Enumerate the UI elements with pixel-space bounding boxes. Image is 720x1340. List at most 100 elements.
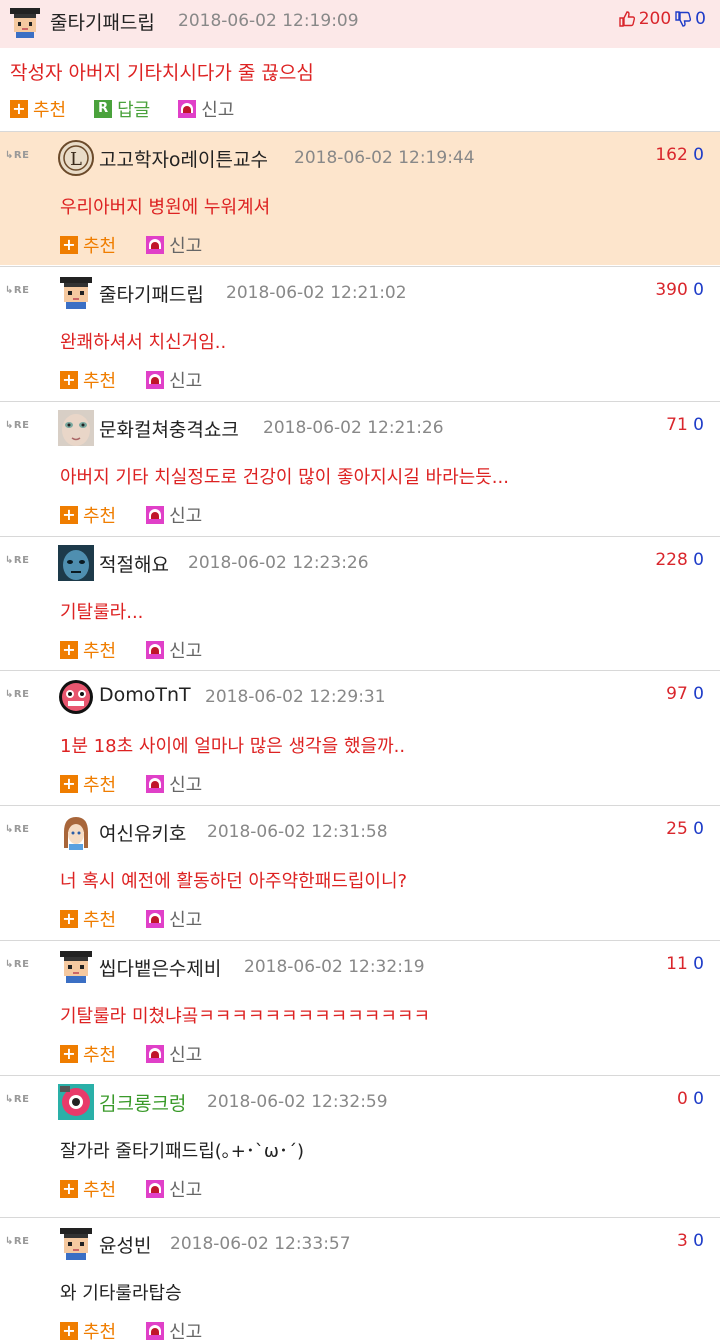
comment-down-count: 0 xyxy=(693,145,704,165)
report-button[interactable]: 신고 xyxy=(146,232,202,258)
report-label: 신고 xyxy=(201,100,235,121)
comment-down-count: 0 xyxy=(693,1231,704,1251)
comment-up-count: 0 xyxy=(676,1089,688,1109)
pixel-boy-avatar[interactable] xyxy=(58,1226,94,1262)
comment-author[interactable]: 고고학자o레이튼교수 xyxy=(99,145,268,172)
thumbs-down-icon[interactable] xyxy=(674,10,692,28)
post-author[interactable]: 줄타기패드립 xyxy=(50,8,155,35)
comment-down-count: 0 xyxy=(693,684,704,704)
comment-item: ↳RE 윤성빈 2018-06-02 12:33:57 3 0 와 기타룰라탑승 + 추천 신… xyxy=(0,1217,720,1340)
report-button[interactable]: 신고 xyxy=(146,771,202,797)
report-button[interactable]: 신고 xyxy=(146,1176,202,1202)
comment-text: 완쾌하셔서 치신거임.. xyxy=(60,332,227,353)
recommend-button[interactable]: + 추천 xyxy=(60,637,116,663)
recommend-label: 추천 xyxy=(83,1045,117,1066)
comment-text: 기탈룰라... xyxy=(60,602,144,623)
comment-author[interactable]: 적절해요 xyxy=(99,550,169,577)
comment-down-count: 0 xyxy=(693,819,704,839)
face-avatar[interactable] xyxy=(58,410,94,446)
reply-icon: R xyxy=(94,100,113,118)
thumbs-up-icon[interactable] xyxy=(618,10,636,28)
comment-text: 우리아버지 병원에 누워계셔 xyxy=(60,197,271,218)
anime-girl-avatar[interactable] xyxy=(58,814,94,850)
comment-votes: 390 0 xyxy=(655,280,704,300)
report-button[interactable]: 신고 xyxy=(146,1318,202,1340)
report-label: 신고 xyxy=(169,775,203,796)
post-title: 작성자 아버지 기타치시다가 줄 끊으심 xyxy=(10,62,314,84)
post-up-count: 200 xyxy=(638,9,672,29)
comment-votes: 97 0 xyxy=(666,684,704,704)
comment-date: 2018-06-02 12:23:26 xyxy=(188,553,369,573)
plus-icon: + xyxy=(60,775,78,793)
pink-blob-avatar[interactable] xyxy=(58,679,94,715)
blue-face-avatar[interactable] xyxy=(58,545,94,581)
comment-date: 2018-06-02 12:21:02 xyxy=(226,283,407,303)
comment-actions: + 추천 신고 xyxy=(60,637,232,663)
recommend-button[interactable]: + 추천 xyxy=(60,232,116,258)
comment-text: 아버지 기타 치실정도로 건강이 많이 좋아지시길 바라는듯... xyxy=(60,467,509,488)
comment-votes: 162 0 xyxy=(655,145,704,165)
report-button[interactable]: 신고 xyxy=(146,1041,202,1067)
report-button[interactable]: 신고 xyxy=(146,367,202,393)
comment-up-count: 97 xyxy=(666,684,688,704)
recommend-button[interactable]: + 추천 xyxy=(60,1318,116,1340)
comment-date: 2018-06-02 12:31:58 xyxy=(207,822,388,842)
comment-author[interactable]: 줄타기패드립 xyxy=(99,280,204,307)
comment-date: 2018-06-02 12:21:26 xyxy=(263,418,444,438)
recommend-button[interactable]: + 추천 xyxy=(60,367,116,393)
comment-text: 잘가라 줄타기패드립(｡+･`ω･´) xyxy=(60,1141,304,1162)
reply-button[interactable]: R 답글 xyxy=(94,96,150,122)
comment-author[interactable]: 김크롱크렁 xyxy=(99,1089,186,1116)
comment-votes: 228 0 xyxy=(655,550,704,570)
layton-avatar[interactable]: L xyxy=(58,140,94,176)
report-label: 신고 xyxy=(169,641,203,662)
comment-author[interactable]: 씹다뱉은수제비 xyxy=(99,954,221,981)
reply-arrow-icon: ↳RE xyxy=(5,150,30,161)
comment-up-count: 162 xyxy=(655,145,688,165)
reply-arrow-icon: ↳RE xyxy=(5,1236,30,1247)
re-label: RE xyxy=(13,1236,30,1247)
siren-icon xyxy=(146,1180,165,1198)
recommend-label: 추천 xyxy=(83,236,117,257)
plus-icon: + xyxy=(60,1322,78,1340)
pixel-boy-avatar[interactable] xyxy=(58,949,94,985)
comment-down-count: 0 xyxy=(693,550,704,570)
recommend-button[interactable]: + 추천 xyxy=(10,96,66,122)
report-button[interactable]: 신고 xyxy=(178,96,234,122)
siren-icon xyxy=(146,641,165,659)
report-button[interactable]: 신고 xyxy=(146,637,202,663)
report-label: 신고 xyxy=(169,236,203,257)
recommend-button[interactable]: + 추천 xyxy=(60,502,116,528)
recommend-button[interactable]: + 추천 xyxy=(60,771,116,797)
comment-author[interactable]: 윤성빈 xyxy=(99,1231,151,1258)
recommend-label: 추천 xyxy=(83,1322,117,1340)
siren-icon xyxy=(146,236,165,254)
post-date: 2018-06-02 12:19:09 xyxy=(178,11,359,31)
siren-icon xyxy=(146,506,165,524)
comment-actions: + 추천 신고 xyxy=(60,906,232,932)
author-avatar[interactable] xyxy=(8,6,42,40)
comment-actions: + 추천 신고 xyxy=(60,771,232,797)
plus-icon: + xyxy=(60,641,78,659)
plus-icon: + xyxy=(10,100,28,118)
recommend-button[interactable]: + 추천 xyxy=(60,1176,116,1202)
siren-icon xyxy=(146,1322,165,1340)
comment-item: ↳RE L 고고학자o레이튼교수 2018-06-02 12:19:44 162 0 우리… xyxy=(0,131,720,265)
recommend-label: 추천 xyxy=(83,641,117,662)
reply-label: 답글 xyxy=(117,100,151,121)
reply-arrow-icon: ↳RE xyxy=(5,959,30,970)
pixel-boy-avatar[interactable] xyxy=(58,275,94,311)
report-label: 신고 xyxy=(169,1322,203,1340)
reply-arrow-icon: ↳RE xyxy=(5,689,30,700)
comment-author[interactable]: DomoTnT xyxy=(99,684,191,706)
comment-actions: + 추천 신고 xyxy=(60,502,232,528)
comment-author[interactable]: 여신유키호 xyxy=(99,819,186,846)
recommend-button[interactable]: + 추천 xyxy=(60,906,116,932)
report-button[interactable]: 신고 xyxy=(146,502,202,528)
pink-eye-avatar[interactable] xyxy=(58,1084,94,1120)
report-button[interactable]: 신고 xyxy=(146,906,202,932)
comment-author[interactable]: 문화컬쳐충격쇼크 xyxy=(99,415,239,442)
recommend-button[interactable]: + 추천 xyxy=(60,1041,116,1067)
re-label: RE xyxy=(13,959,30,970)
comment-text: 기탈룰라 미쳤냐곸ㅋㅋㅋㅋㅋㅋㅋㅋㅋㅋㅋㅋㅋㅋ xyxy=(60,1006,431,1027)
